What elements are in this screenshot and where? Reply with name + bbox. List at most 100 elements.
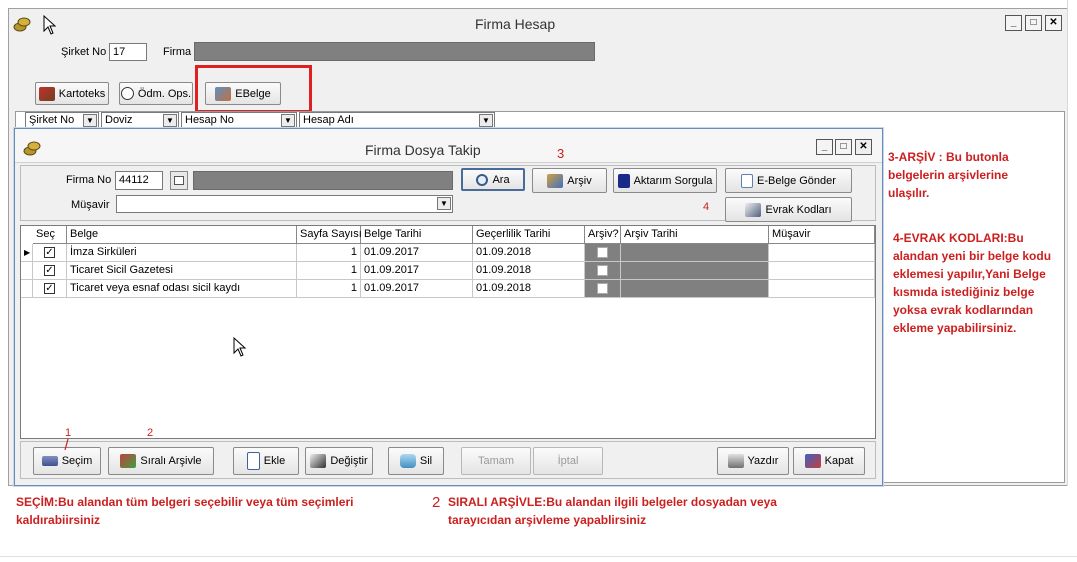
table-cell-musavir xyxy=(769,280,875,298)
col-header-sec[interactable]: Seç xyxy=(33,226,67,244)
chevron-down-icon: ▼ xyxy=(479,114,493,127)
annotation-number-4: 4 xyxy=(703,201,710,213)
sirali-arsivle-annotation: SIRALI ARŞİVLE:Bu alandan ilgili belgele… xyxy=(448,495,777,527)
firma-dosya-name-field[interactable] xyxy=(193,171,453,190)
table-cell-sayfa: 1 xyxy=(297,244,361,262)
calculator-icon xyxy=(174,176,184,185)
table-cell-musavir xyxy=(769,244,875,262)
odm-ops-button[interactable]: Ödm. Ops. xyxy=(119,82,193,105)
degistir-label: Değiştir xyxy=(330,455,368,467)
search-icon xyxy=(476,173,489,186)
arsiv-annotation: 3-ARŞİV : Bu butonla belgelerin arşivler… xyxy=(888,150,1009,200)
row-indicator xyxy=(21,280,33,298)
ebelge-gonder-label: E-Belge Gönder xyxy=(757,174,836,187)
sil-label: Sil xyxy=(419,455,433,467)
table-cell-gecerlilik: 01.09.2018 xyxy=(473,244,585,262)
iptal-label: İptal xyxy=(557,455,579,467)
table-cell-belge: İmza Sirküleri xyxy=(67,244,297,262)
firma-no-input[interactable]: 44112 xyxy=(115,171,163,190)
col-header-arsiv-tarihi[interactable]: Arşiv Tarihi xyxy=(621,226,769,244)
annotation-number-3: 3 xyxy=(557,146,565,161)
row-indicator xyxy=(21,262,33,280)
yazdir-button[interactable]: Yazdır xyxy=(717,447,789,475)
tamam-button[interactable]: Tamam xyxy=(461,447,531,475)
app-coins-icon xyxy=(13,17,31,32)
inner-close-button[interactable]: ✕ xyxy=(855,139,872,155)
filter-sirket-no[interactable]: Şirket No ▼ xyxy=(25,112,99,129)
degistir-button[interactable]: Değiştir xyxy=(305,447,373,475)
col-header-gecerlilik[interactable]: Geçerlilik Tarihi xyxy=(473,226,585,244)
secim-annotation: SEÇİM:Bu alandan tüm belgeri seçebilir v… xyxy=(16,495,354,527)
recycle-bin-icon xyxy=(399,454,416,468)
table-row-checkbox[interactable]: ✓ xyxy=(33,262,67,280)
inner-window-title: Firma Dosya Takip xyxy=(365,142,481,158)
chevron-down-icon: ▼ xyxy=(281,114,295,127)
chevron-down-icon: ▼ xyxy=(437,197,451,210)
secim-label: Seçim xyxy=(61,455,93,467)
arsiv-label: Arşiv xyxy=(567,174,592,187)
yazdir-label: Yazdır xyxy=(747,455,779,467)
table-cell-gecerlilik: 01.09.2018 xyxy=(473,262,585,280)
table-cell-arsiv-tarihi xyxy=(621,280,769,298)
maximize-button[interactable]: □ xyxy=(1025,15,1042,31)
iptal-button[interactable]: İptal xyxy=(533,447,603,475)
kapat-button[interactable]: Kapat xyxy=(793,447,865,475)
table-cell-sayfa: 1 xyxy=(297,280,361,298)
row-indicator-icon: ▶ xyxy=(21,244,33,262)
table-cell-arsiv-tarihi xyxy=(621,244,769,262)
col-header-belge[interactable]: Belge xyxy=(67,226,297,244)
bottom-edge-line xyxy=(0,556,1077,557)
odm-ops-label: Ödm. Ops. xyxy=(137,87,192,100)
cards-icon xyxy=(38,86,55,101)
printer-icon xyxy=(727,454,744,468)
evrak-kodlari-button[interactable]: Evrak Kodları xyxy=(725,197,852,222)
inner-maximize-button[interactable]: □ xyxy=(835,139,852,155)
edit-document-icon xyxy=(745,202,762,217)
firma-name-field[interactable] xyxy=(194,42,595,61)
musavir-select[interactable]: ▼ xyxy=(116,195,453,213)
sil-button[interactable]: Sil xyxy=(388,447,444,475)
table-row-checkbox[interactable]: ✓ xyxy=(33,280,67,298)
col-header-musavir[interactable]: Müşavir xyxy=(769,226,875,244)
table-cell-arsiv xyxy=(585,280,621,298)
sirali-arsivle-button[interactable]: Sıralı Arşivle xyxy=(108,447,214,475)
aktarim-label: Aktarım Sorgula xyxy=(633,174,713,187)
kartoteks-label: Kartoteks xyxy=(58,87,106,100)
calculator-button[interactable] xyxy=(170,171,188,190)
sirket-no-input[interactable]: 17 xyxy=(109,43,147,61)
filter-hesap-adi[interactable]: Hesap Adı ▼ xyxy=(299,112,495,129)
filter-doviz[interactable]: Doviz ▼ xyxy=(101,112,179,129)
belge-grid[interactable]: Seç Belge Sayfa Sayısı Belge Tarihi Geçe… xyxy=(20,225,876,439)
ebelge-gonder-button[interactable]: E-Belge Gönder xyxy=(725,168,852,193)
clock-icon xyxy=(120,87,134,100)
new-document-icon xyxy=(246,452,260,470)
filter-hesap-no[interactable]: Hesap No ▼ xyxy=(181,112,297,129)
table-cell-sayfa: 1 xyxy=(297,262,361,280)
mouse-cursor-icon xyxy=(43,15,57,35)
ara-button[interactable]: Ara xyxy=(461,168,525,191)
close-button[interactable]: ✕ xyxy=(1045,15,1062,31)
sequence-archive-icon xyxy=(120,454,137,468)
sirket-no-label: Şirket No xyxy=(61,46,107,58)
inner-minimize-button[interactable]: _ xyxy=(816,139,833,155)
right-edge-line xyxy=(1067,0,1068,486)
col-header-sayfa[interactable]: Sayfa Sayısı xyxy=(297,226,362,244)
outer-titlebar: Firma Hesap _ □ ✕ xyxy=(9,9,1067,37)
table-cell-belge: Ticaret veya esnaf odası sicil kaydı xyxy=(67,280,297,298)
ekle-button[interactable]: Ekle xyxy=(233,447,299,475)
ara-label: Ara xyxy=(492,173,510,186)
aktarim-sorgula-button[interactable]: Aktarım Sorgula xyxy=(613,168,717,193)
arsiv-button[interactable]: Arşiv xyxy=(532,168,607,193)
kartoteks-button[interactable]: Kartoteks xyxy=(35,82,109,105)
archive-icon xyxy=(547,173,564,188)
col-header-arsiv[interactable]: Arşiv? xyxy=(585,226,621,244)
chevron-down-icon: ▼ xyxy=(163,114,177,127)
evrak-kodlari-label: Evrak Kodları xyxy=(765,203,832,216)
kapat-label: Kapat xyxy=(824,455,854,467)
minimize-button[interactable]: _ xyxy=(1005,15,1022,31)
tamam-label: Tamam xyxy=(477,455,515,467)
annotation-number-2: 2 xyxy=(147,427,154,439)
table-row-checkbox[interactable]: ✓ xyxy=(33,244,67,262)
document-icon xyxy=(741,173,754,188)
col-header-belge-tarihi[interactable]: Belge Tarihi xyxy=(361,226,473,244)
